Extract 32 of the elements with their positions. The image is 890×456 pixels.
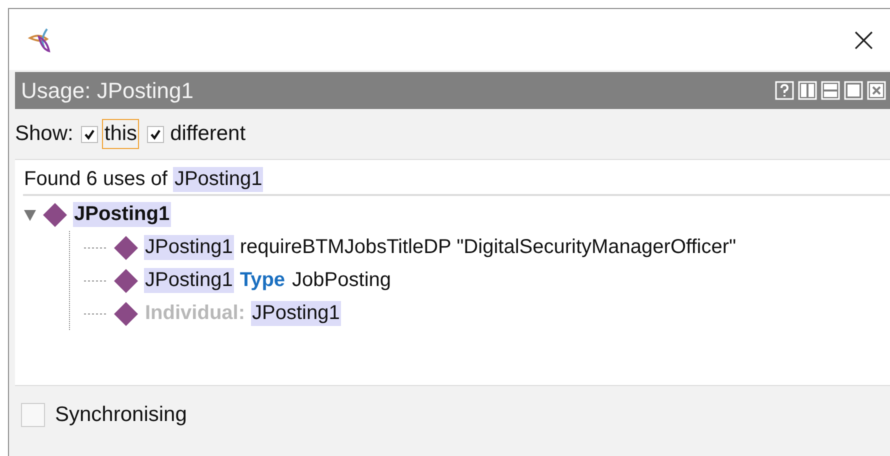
diamond-icon: [42, 202, 68, 228]
panel-title: Usage: JPosting1: [21, 78, 194, 104]
entity-name: JPosting1: [73, 202, 171, 227]
tree-connector-line: [84, 312, 108, 314]
label-text: Individual:: [144, 301, 246, 326]
help-icon[interactable]: [775, 81, 794, 100]
checkbox-label[interactable]: this: [102, 119, 140, 149]
entity-name: JPosting1: [144, 268, 234, 293]
close-icon[interactable]: [867, 81, 886, 100]
tree-connector-line: [84, 246, 108, 248]
checkbox-label[interactable]: Synchronising: [55, 403, 187, 427]
tree-connector-line: [84, 280, 108, 282]
diamond-icon: [113, 300, 139, 326]
entity-name: JPosting1: [144, 235, 234, 260]
checkbox[interactable]: [21, 403, 45, 427]
diamond-icon: [113, 268, 139, 294]
axiom-text: JobPosting: [291, 268, 392, 293]
maximize-icon[interactable]: [844, 81, 863, 100]
diamond-icon: [113, 234, 139, 260]
split-vertical-icon[interactable]: [798, 81, 817, 100]
keyword-text: Type: [238, 268, 286, 293]
entity-name: JPosting1: [173, 167, 264, 192]
split-horizontal-icon[interactable]: [821, 81, 840, 100]
entity-name: JPosting1: [251, 301, 341, 326]
show-label: Show:: [15, 122, 74, 146]
expand-triangle-icon[interactable]: [23, 208, 37, 222]
checkbox[interactable]: [147, 126, 164, 142]
checkbox[interactable]: [81, 126, 98, 142]
axiom-text: requireBTMJobsTitleDP "DigitalSecurityManagerOfficer": [238, 235, 738, 260]
checkbox-label[interactable]: different: [168, 119, 248, 149]
axiom-text: Found 6 uses of: [23, 167, 168, 192]
close-button[interactable]: ×: [846, 22, 882, 56]
